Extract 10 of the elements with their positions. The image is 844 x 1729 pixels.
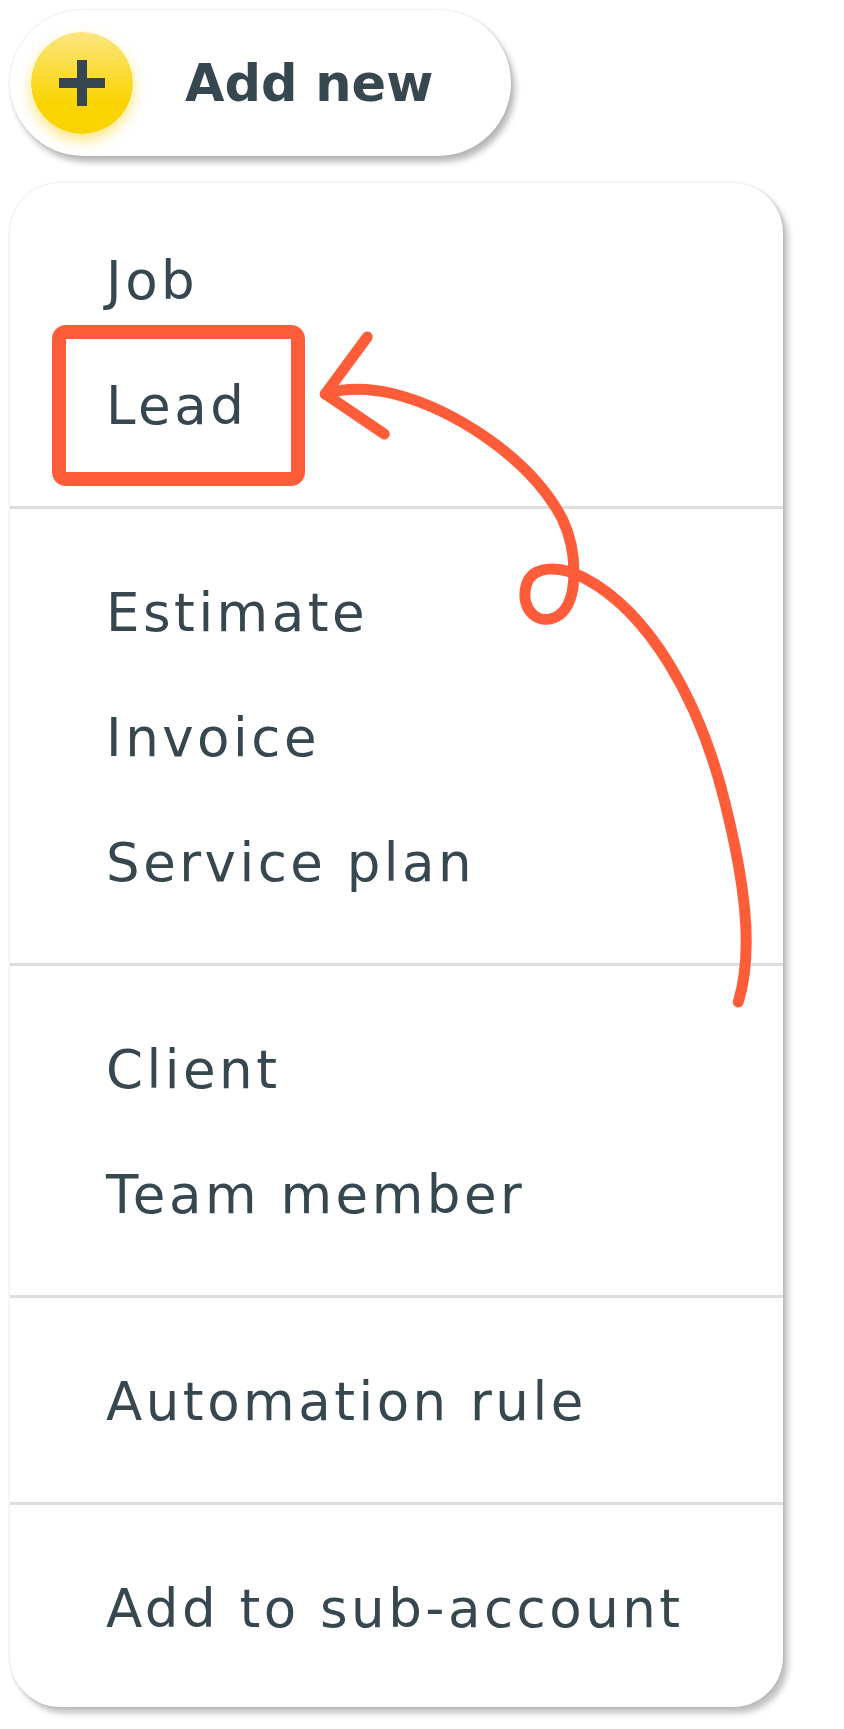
plus-icon — [31, 32, 133, 134]
menu-item[interactable]: Service plan — [106, 832, 476, 893]
menu-item[interactable]: Add to sub-account — [106, 1578, 684, 1639]
add-new-button[interactable]: Add new — [10, 10, 512, 156]
menu-item[interactable]: Estimate — [106, 582, 369, 643]
menu-item[interactable]: Lead — [52, 325, 306, 486]
menu-item[interactable]: Invoice — [106, 707, 320, 768]
menu-item[interactable]: Automation rule — [106, 1371, 587, 1432]
menu-item[interactable]: Client — [106, 1039, 281, 1100]
menu-item[interactable]: Team member — [106, 1164, 526, 1225]
